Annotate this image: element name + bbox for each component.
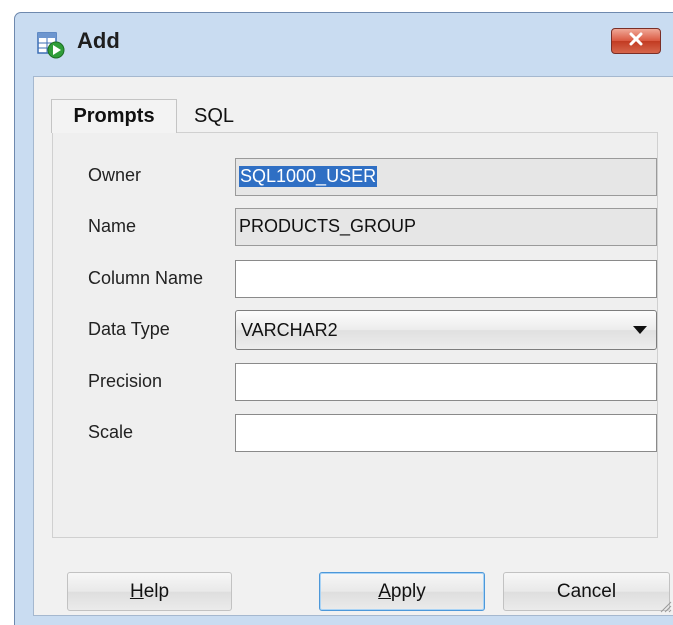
close-icon (628, 32, 644, 51)
help-mnemonic: H (129, 580, 144, 602)
resize-grip-icon[interactable] (658, 599, 672, 613)
scale-input[interactable] (235, 414, 657, 452)
chevron-down-icon (633, 326, 647, 334)
tab-sql[interactable]: SQL (188, 100, 240, 132)
data-type-select[interactable]: VARCHAR2 (235, 310, 657, 350)
name-field[interactable]: PRODUCTS_GROUP (235, 208, 657, 246)
cancel-button[interactable]: Cancel (503, 572, 670, 611)
owner-value: SQL1000_USER (239, 166, 378, 187)
add-column-icon (37, 31, 65, 59)
column-name-label: Column Name (88, 268, 204, 288)
dialog-content: Prompts SQL Owner SQL1000_USER Name PROD… (33, 76, 673, 616)
help-label: elp (143, 580, 170, 602)
name-value: PRODUCTS_GROUP (239, 216, 417, 236)
name-label: Name (88, 216, 137, 236)
help-button[interactable]: Help (67, 572, 232, 611)
owner-label: Owner (88, 165, 142, 185)
apply-mnemonic: A (378, 580, 391, 602)
column-name-input[interactable] (235, 260, 657, 298)
add-dialog-window: Add Prompts SQL Owner SQL1000_USER Name … (14, 12, 673, 625)
apply-label: pply (390, 580, 426, 602)
owner-field[interactable]: SQL1000_USER (235, 158, 657, 196)
tab-prompts[interactable]: Prompts (51, 99, 177, 133)
window-title: Add (77, 28, 120, 53)
precision-label: Precision (88, 371, 163, 391)
precision-input[interactable] (235, 363, 657, 401)
close-button[interactable] (611, 28, 661, 54)
title-bar[interactable]: Add (15, 13, 673, 67)
prompts-panel: Owner SQL1000_USER Name PRODUCTS_GROUP C… (52, 132, 658, 538)
data-type-value: VARCHAR2 (241, 320, 338, 340)
apply-button[interactable]: Apply (319, 572, 485, 611)
scale-label: Scale (88, 422, 134, 442)
data-type-label: Data Type (88, 319, 170, 339)
